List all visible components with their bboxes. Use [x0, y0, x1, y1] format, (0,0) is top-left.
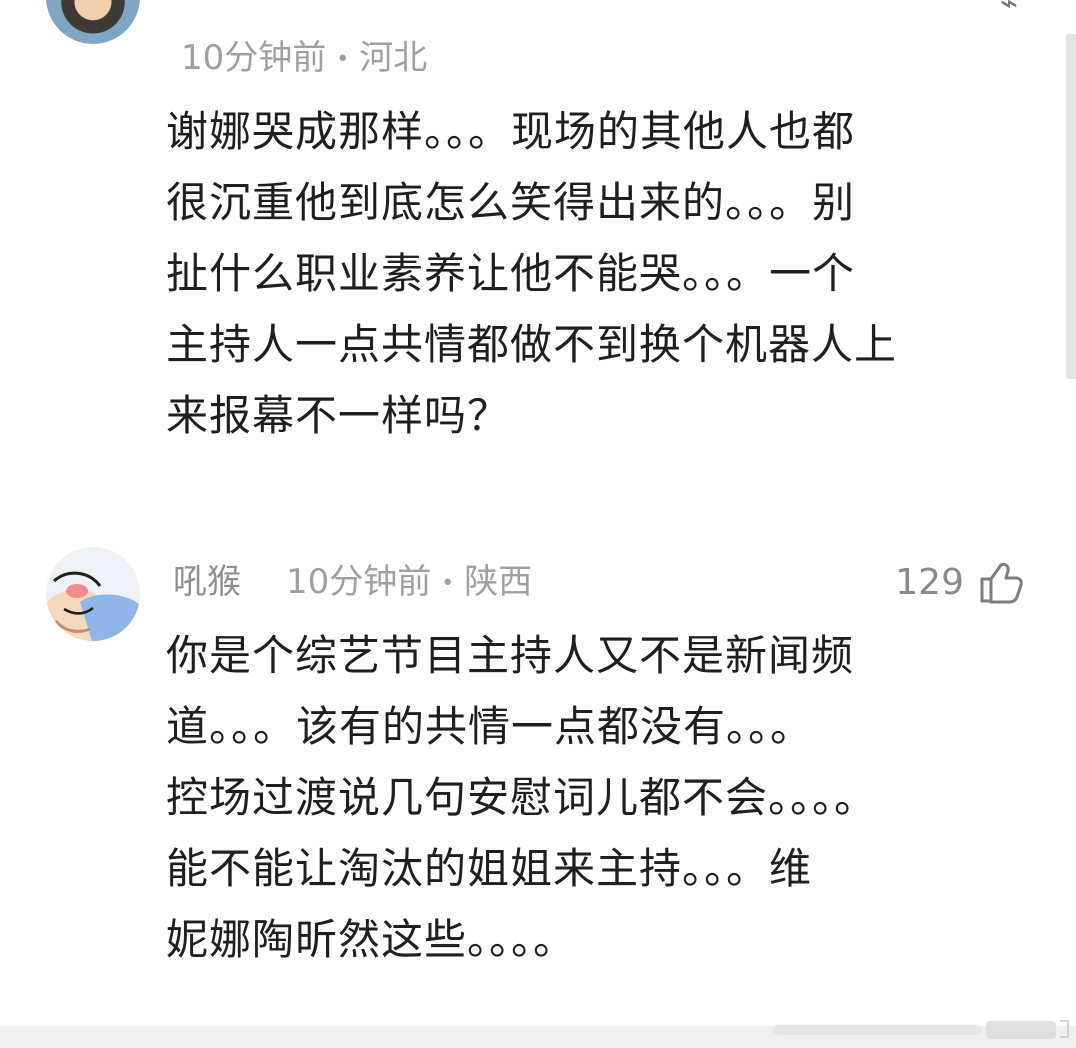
meta-dot: • — [336, 46, 350, 72]
comment-line: 来报幕不一样吗？ — [166, 391, 511, 440]
thumbs-up-icon[interactable] — [978, 559, 1024, 605]
comment-location: 河北 — [359, 38, 428, 78]
comment-location: 陕西 — [464, 562, 533, 602]
watermark-icon — [772, 1020, 1069, 1039]
comment-text: 你是个综艺节目主持人又不是新闻频 道。。。该有的共情一点都没有。。。 控场过渡说… — [166, 620, 1036, 975]
username[interactable]: 吼猴 — [173, 560, 241, 604]
comment-line: 主持人一点共情都做不到换个机器人上 — [166, 320, 898, 369]
comment-line: 控场过渡说几句安慰词儿都不会。。。。 — [166, 773, 878, 822]
comment-line: 道。。。该有的共情一点都没有。。。 — [166, 702, 814, 751]
comment-line: 妮娜陶昕然这些。。。。 — [166, 915, 577, 964]
comment-line: 你是个综艺节目主持人又不是新闻频 — [166, 631, 855, 680]
like-count: 129 — [895, 561, 964, 603]
comment-time: 10分钟前 — [181, 38, 327, 78]
comment-meta: 10分钟前 • 陕西 — [286, 560, 532, 604]
comment-time: 10分钟前 — [286, 562, 432, 602]
comment-line: 扯什么职业素养让他不能哭。。。一个 — [166, 249, 856, 298]
comment-screen: ⌁ 10分钟前 • 河北 谢娜哭成那样。。。现场的其他人也都 很沉重他到底怎么笑得出… — [0, 0, 1076, 1048]
thumbs-up-icon[interactable]: ⌁ — [1000, 0, 1018, 21]
comment-line: 谢娜哭成那样。。。现场的其他人也都 — [166, 107, 856, 156]
scrollbar[interactable] — [1066, 34, 1076, 379]
comment-line: 很沉重他到底怎么笑得出来的。。。别 — [166, 178, 856, 227]
avatar[interactable] — [46, 547, 140, 641]
avatar[interactable] — [46, 0, 140, 44]
comment-text: 谢娜哭成那样。。。现场的其他人也都 很沉重他到底怎么笑得出来的。。。别 扯什么职… — [166, 96, 1036, 451]
cartoon-avatar-icon — [46, 547, 140, 641]
comment-line: 能不能让淘汰的姐姐来主持。。。维 — [166, 844, 813, 893]
comment-actions-cropped: ⌁ — [1000, 0, 1018, 21]
like-control[interactable]: 129 — [895, 556, 1024, 608]
meta-dot: • — [441, 570, 455, 596]
comment-meta: 10分钟前 • 河北 — [181, 36, 427, 80]
